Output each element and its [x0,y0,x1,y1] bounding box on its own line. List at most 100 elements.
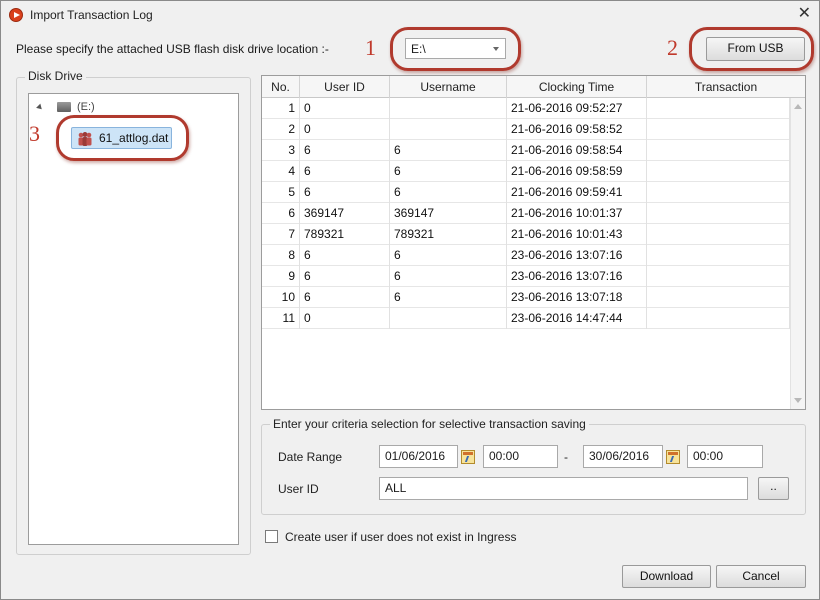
table-row[interactable]: 11 0 23-06-2016 14:47:44 [262,308,790,329]
cell-clocking-time: 21-06-2016 09:59:41 [507,182,647,203]
table-row[interactable]: 1 0 21-06-2016 09:52:27 [262,98,790,119]
cell-no: 6 [262,203,300,224]
cell-clocking-time: 21-06-2016 10:01:43 [507,224,647,245]
cell-clocking-time: 21-06-2016 09:58:54 [507,140,647,161]
cell-username [390,119,507,140]
start-calendar-icon[interactable] [461,450,475,464]
cell-user-id: 0 [300,308,390,329]
table-row[interactable]: 3 6 6 21-06-2016 09:58:54 [262,140,790,161]
table-row[interactable]: 5 6 6 21-06-2016 09:59:41 [262,182,790,203]
cell-transaction [647,203,790,224]
table-row[interactable]: 4 6 6 21-06-2016 09:58:59 [262,161,790,182]
table-row[interactable]: 10 6 6 23-06-2016 13:07:18 [262,287,790,308]
cell-user-id: 6 [300,245,390,266]
cell-user-id: 0 [300,119,390,140]
cell-clocking-time: 23-06-2016 14:47:44 [507,308,647,329]
cell-username: 6 [390,245,507,266]
table-row[interactable]: 2 0 21-06-2016 09:58:52 [262,119,790,140]
cell-transaction [647,308,790,329]
cell-username: 789321 [390,224,507,245]
table-row[interactable]: 6 369147 369147 21-06-2016 10:01:37 [262,203,790,224]
cell-user-id: 0 [300,98,390,119]
cell-no: 1 [262,98,300,119]
cell-clocking-time: 21-06-2016 09:52:27 [507,98,647,119]
cell-transaction [647,119,790,140]
callout-number-3: 3 [29,121,40,146]
column-header-transaction[interactable]: Transaction [647,76,805,98]
drive-location-label: Please specify the attached USB flash di… [16,42,329,56]
cell-username: 369147 [390,203,507,224]
cell-transaction [647,182,790,203]
callout-number-2: 2 [667,35,678,60]
browse-users-button[interactable]: .. [758,477,789,500]
cell-transaction [647,245,790,266]
cell-no: 2 [262,119,300,140]
start-time-field[interactable]: 00:00 [483,445,558,468]
cell-clocking-time: 23-06-2016 13:07:16 [507,266,647,287]
cell-no: 11 [262,308,300,329]
end-date-field[interactable]: 30/06/2016 [583,445,663,468]
scroll-up-icon[interactable] [794,104,802,109]
close-icon[interactable]: ✕ [798,5,811,23]
criteria-group-title: Enter your criteria selection for select… [270,417,589,431]
cell-clocking-time: 21-06-2016 10:01:37 [507,203,647,224]
callout-ring-3 [56,115,189,161]
criteria-group [261,424,806,515]
start-date-field[interactable]: 01/06/2016 [379,445,458,468]
end-calendar-icon[interactable] [666,450,680,464]
disk-drive-group-title: Disk Drive [25,69,86,83]
table-row[interactable]: 7 789321 789321 21-06-2016 10:01:43 [262,224,790,245]
cancel-button[interactable]: Cancel [716,565,806,588]
cell-no: 3 [262,140,300,161]
table-row[interactable]: 8 6 6 23-06-2016 13:07:16 [262,245,790,266]
cell-user-id: 6 [300,266,390,287]
cell-transaction [647,287,790,308]
create-user-checkbox[interactable] [265,530,278,543]
download-button[interactable]: Download [622,565,711,588]
date-range-label: Date Range [278,450,343,464]
cell-user-id: 6 [300,140,390,161]
user-id-label: User ID [278,482,319,496]
cell-user-id: 6 [300,287,390,308]
grid-header: No. User ID Username Clocking Time Trans… [262,76,805,98]
column-header-username[interactable]: Username [390,76,507,98]
cell-transaction [647,140,790,161]
import-transaction-log-window: Import Transaction Log ✕ Please specify … [0,0,820,600]
create-user-label: Create user if user does not exist in In… [285,530,517,544]
column-header-clocking-time[interactable]: Clocking Time [507,76,647,98]
cell-no: 10 [262,287,300,308]
cell-username: 6 [390,182,507,203]
cell-transaction [647,266,790,287]
transaction-grid[interactable]: No. User ID Username Clocking Time Trans… [261,75,806,410]
table-row[interactable]: 9 6 6 23-06-2016 13:07:16 [262,266,790,287]
cell-transaction [647,161,790,182]
cell-no: 5 [262,182,300,203]
drive-select[interactable]: E:\ [405,38,506,59]
cell-no: 7 [262,224,300,245]
scroll-down-icon[interactable] [794,398,802,403]
end-time-field[interactable]: 00:00 [687,445,763,468]
cell-no: 8 [262,245,300,266]
range-separator: - [564,450,568,464]
cell-username [390,308,507,329]
cell-username: 6 [390,287,507,308]
cell-no: 4 [262,161,300,182]
cell-transaction [647,98,790,119]
window-title: Import Transaction Log [30,8,153,22]
chevron-down-icon [493,47,499,51]
column-header-user-id[interactable]: User ID [300,76,390,98]
drive-node-label[interactable]: (E:) [77,101,95,113]
cell-no: 9 [262,266,300,287]
user-id-field[interactable]: ALL [379,477,748,500]
cell-username: 6 [390,266,507,287]
cell-user-id: 369147 [300,203,390,224]
cell-user-id: 6 [300,161,390,182]
from-usb-button[interactable]: From USB [706,37,805,61]
expander-icon[interactable] [36,103,44,112]
vertical-scrollbar[interactable] [790,98,805,409]
drive-select-value: E:\ [411,42,426,56]
cell-clocking-time: 23-06-2016 13:07:18 [507,287,647,308]
drive-icon [57,102,71,112]
column-header-no[interactable]: No. [262,76,300,98]
cell-clocking-time: 23-06-2016 13:07:16 [507,245,647,266]
